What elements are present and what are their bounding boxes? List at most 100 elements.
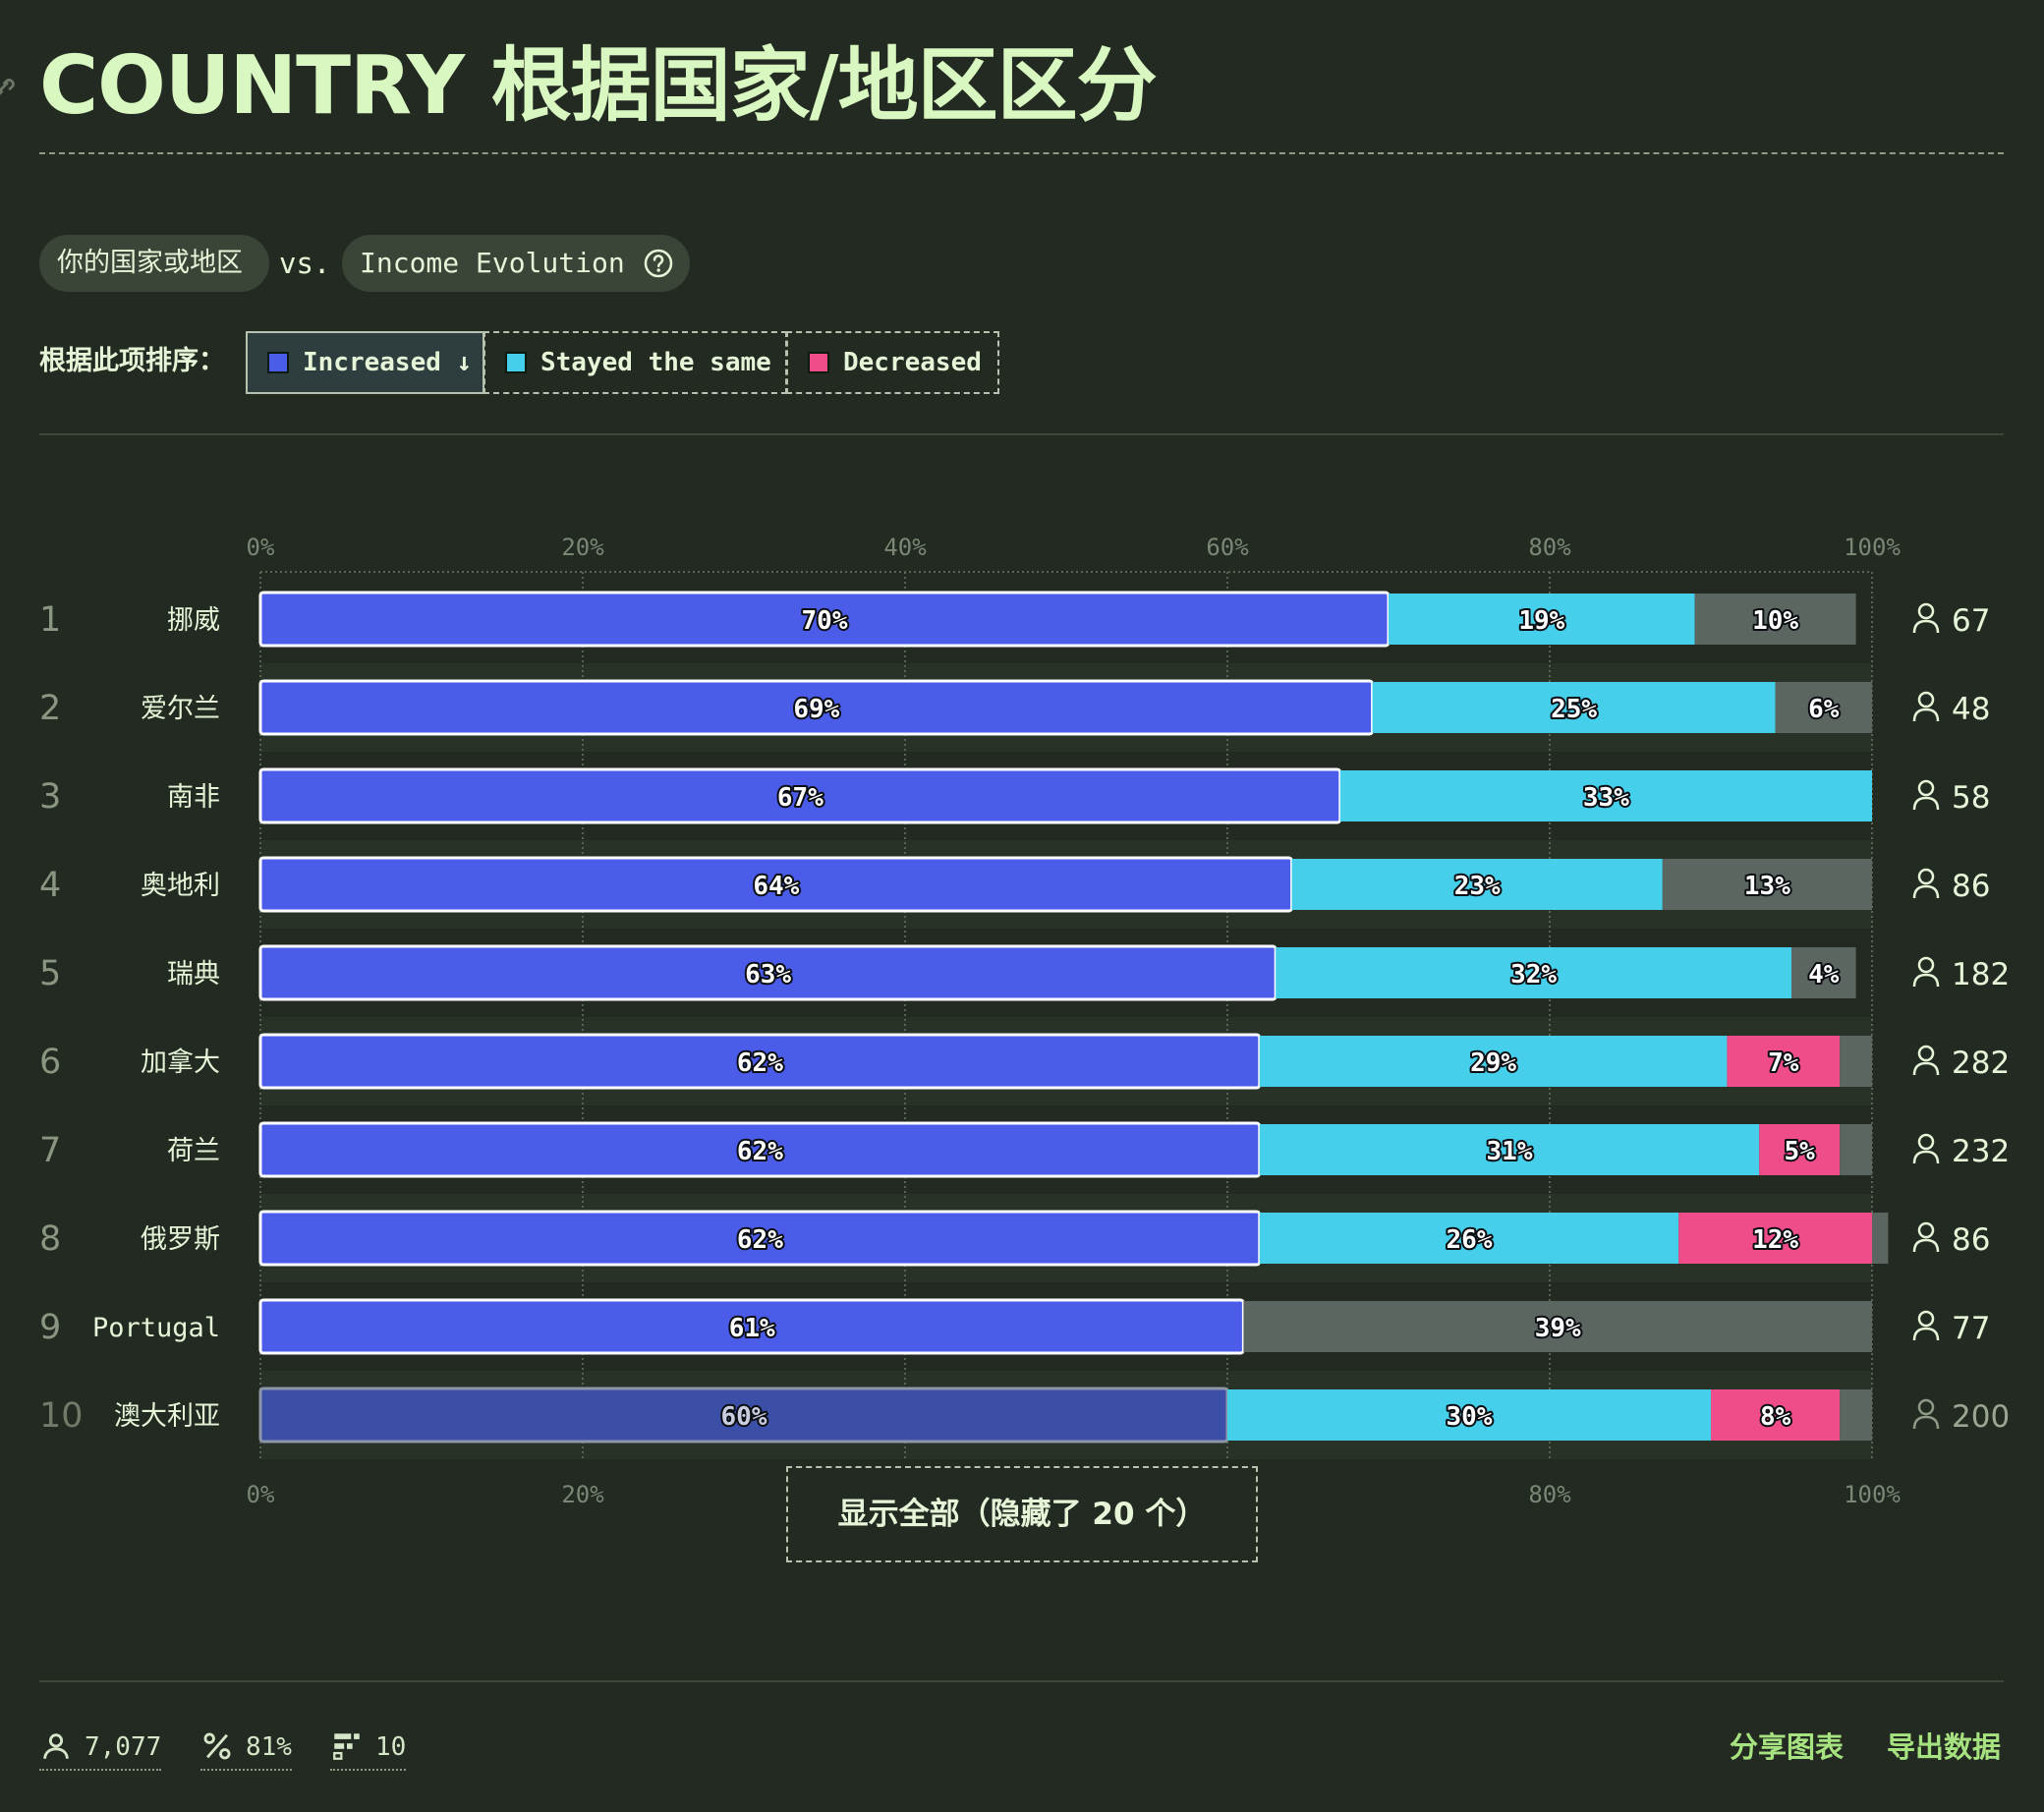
- respondent-count: 182: [1952, 957, 2010, 992]
- rank-number: 8: [39, 1219, 61, 1259]
- data-label: 62%: [737, 1048, 783, 1078]
- x-tick-label: 0%: [247, 534, 275, 561]
- data-label: 63%: [745, 960, 791, 990]
- rank-number: 3: [39, 777, 61, 817]
- country-label: 瑞典: [167, 959, 220, 990]
- country-label: Portugal: [92, 1313, 220, 1343]
- x-tick-label: 100%: [1844, 1481, 1901, 1508]
- rank-number: 5: [39, 954, 61, 993]
- rank-number: 2: [39, 689, 61, 728]
- data-label: 13%: [1744, 872, 1790, 901]
- data-label: 19%: [1518, 606, 1564, 636]
- person-icon-body: [1912, 884, 1940, 899]
- x-tick-label: 80%: [1528, 534, 1571, 561]
- data-label: 69%: [793, 695, 839, 724]
- person-icon: [1917, 1045, 1935, 1062]
- bar-no-answer: [1872, 1213, 1889, 1264]
- person-icon-body: [1912, 1327, 1940, 1341]
- country-label: 奥地利: [141, 871, 220, 901]
- respondent-count: 77: [1952, 1311, 1990, 1346]
- data-label: 60%: [721, 1402, 767, 1432]
- data-label: 4%: [1808, 960, 1840, 990]
- bar-list-icon: [333, 1733, 360, 1760]
- respondent-count: 232: [1952, 1134, 2010, 1169]
- x-tick-label: 20%: [561, 1481, 604, 1508]
- percent-icon: [203, 1732, 231, 1760]
- data-label: 25%: [1551, 695, 1597, 724]
- data-label: 67%: [777, 783, 823, 813]
- respondent-count: 200: [1952, 1399, 2010, 1435]
- country-label: 荷兰: [167, 1136, 220, 1166]
- data-label: 31%: [1487, 1137, 1533, 1166]
- row-count-stat[interactable]: 10: [330, 1726, 407, 1771]
- person-icon-body: [1912, 1415, 1940, 1430]
- total-respondents-stat[interactable]: 7,077: [39, 1726, 162, 1771]
- share-chart-link[interactable]: 分享图表: [1730, 1726, 1844, 1769]
- data-label: 61%: [729, 1314, 775, 1343]
- person-icon: [1917, 956, 1935, 974]
- data-label: 64%: [753, 872, 799, 901]
- country-label: 挪威: [167, 605, 220, 636]
- data-label: 10%: [1752, 606, 1798, 636]
- rank-number: 4: [39, 866, 61, 905]
- person-icon: [1917, 868, 1935, 885]
- person-icon-body: [1912, 708, 1940, 722]
- bar-no-answer: [1840, 1124, 1872, 1175]
- total-respondents-value: 7,077: [85, 1732, 162, 1762]
- data-label: 5%: [1785, 1137, 1816, 1166]
- rank-number: 1: [39, 600, 61, 640]
- respondent-count: 58: [1952, 780, 1990, 816]
- user-icon: [43, 1733, 69, 1759]
- data-label: 8%: [1760, 1402, 1791, 1432]
- data-label: 29%: [1470, 1048, 1516, 1078]
- person-icon-body: [1912, 1150, 1940, 1164]
- rank-number: 6: [39, 1043, 61, 1082]
- rank-number: 7: [39, 1131, 61, 1170]
- country-label: 加拿大: [141, 1048, 220, 1078]
- data-label: 62%: [737, 1137, 783, 1166]
- data-label: 12%: [1752, 1225, 1798, 1255]
- rank-number: 10: [39, 1396, 84, 1436]
- x-tick-label: 80%: [1528, 1481, 1571, 1508]
- row-count-value: 10: [375, 1732, 407, 1762]
- person-icon: [1917, 779, 1935, 797]
- person-icon-body: [1912, 1238, 1940, 1253]
- person-icon-body: [1912, 1061, 1940, 1076]
- x-tick-label: 20%: [561, 534, 604, 561]
- person-icon: [1917, 602, 1935, 620]
- person-icon-body: [1912, 973, 1940, 988]
- show-all-button[interactable]: 显示全部（隐藏了 20 个）: [786, 1466, 1258, 1562]
- footer-divider: [39, 1680, 2004, 1682]
- person-icon: [1917, 1398, 1935, 1416]
- data-label: 70%: [802, 606, 848, 636]
- rank-number: 9: [39, 1308, 61, 1347]
- data-label: 7%: [1768, 1048, 1799, 1078]
- data-label: 30%: [1447, 1402, 1493, 1432]
- country-label: 爱尔兰: [141, 694, 220, 724]
- export-data-link[interactable]: 导出数据: [1887, 1726, 2001, 1769]
- x-tick-label: 40%: [883, 534, 927, 561]
- person-icon-body: [1912, 619, 1940, 634]
- data-label: 39%: [1535, 1314, 1581, 1343]
- country-label: 俄罗斯: [141, 1224, 220, 1255]
- respondent-count: 86: [1952, 869, 1990, 904]
- percent-stat[interactable]: 81%: [200, 1726, 292, 1771]
- bar-no-answer: [1840, 1389, 1872, 1441]
- data-label: 33%: [1583, 783, 1629, 813]
- person-icon: [1917, 1310, 1935, 1328]
- data-label: 62%: [737, 1225, 783, 1255]
- country-label: 南非: [167, 782, 220, 813]
- person-icon: [1917, 1221, 1935, 1239]
- country-label: 澳大利亚: [114, 1401, 220, 1432]
- stacked-bar-chart: 0%0%20%20%40%40%60%60%80%80%100%100%1挪威7…: [39, 534, 2010, 1508]
- person-icon: [1917, 691, 1935, 708]
- data-label: 6%: [1808, 695, 1840, 724]
- respondent-count: 86: [1952, 1222, 1990, 1258]
- data-label: 26%: [1447, 1225, 1493, 1255]
- data-label: 32%: [1510, 960, 1557, 990]
- data-label: 23%: [1454, 872, 1501, 901]
- bar-no-answer: [1840, 1036, 1872, 1087]
- x-tick-label: 100%: [1844, 534, 1901, 561]
- person-icon-body: [1912, 796, 1940, 811]
- x-tick-label: 0%: [247, 1481, 275, 1508]
